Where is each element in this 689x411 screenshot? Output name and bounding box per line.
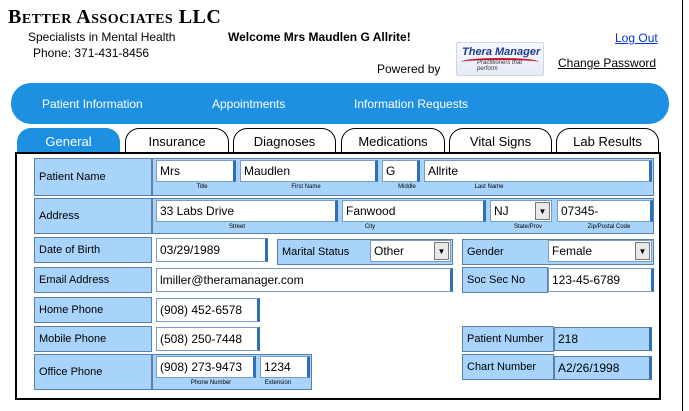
name-title-field[interactable]: Mrs — [156, 160, 236, 182]
company-phone: Phone: 371-431-8456 — [33, 46, 150, 60]
office-phone-caption: Phone Number — [190, 380, 232, 386]
chart-number-label: Chart Number — [462, 354, 554, 380]
chart-number-field: A2/26/1998 — [554, 356, 652, 380]
dob-label: Date of Birth — [34, 237, 152, 263]
home-phone-field[interactable]: (908) 452-6578 — [156, 298, 260, 322]
powered-by-label: Powered by — [377, 62, 441, 76]
address-label: Address — [34, 198, 152, 234]
tab-diagnoses[interactable]: Diagnoses — [233, 128, 336, 153]
office-extension-field[interactable]: 1234 — [260, 356, 310, 378]
ssn-label: Soc Sec No — [462, 267, 548, 293]
home-phone-label: Home Phone — [34, 297, 152, 323]
last-name-caption: Last Name — [474, 184, 504, 190]
main-nav-bar: Patient Information Appointments Informa… — [11, 83, 669, 124]
dob-field[interactable]: 03/29/1989 — [156, 238, 268, 262]
office-phone-field[interactable]: (908) 273-9473 — [156, 356, 256, 378]
window-edge-divider — [682, 0, 683, 411]
marital-status-select[interactable]: Other ▼ — [370, 240, 451, 262]
marital-status-text: Marital Status — [282, 246, 350, 258]
marital-status-value: Other — [374, 244, 405, 258]
gender-value: Female — [552, 244, 593, 258]
office-phone-label: Office Phone — [34, 354, 152, 390]
zip-field[interactable]: 07345- — [557, 200, 653, 222]
street-caption: Street — [228, 224, 245, 230]
logo-text: Thera Manager — [462, 46, 541, 58]
middle-name-field[interactable]: G — [382, 160, 420, 182]
patient-number-field: 218 — [554, 327, 652, 351]
company-tagline: Specialists in Mental Health — [28, 30, 176, 44]
welcome-message: Welcome Mrs Maudlen G Allrite! — [228, 30, 411, 44]
tab-lab-results[interactable]: Lab Results — [556, 128, 659, 153]
tab-general[interactable]: General — [17, 128, 120, 153]
ssn-field[interactable]: 123-45-6789 — [548, 268, 654, 292]
theramanager-logo: Thera Manager Practitioners that perform — [456, 42, 544, 76]
logout-link[interactable]: Log Out — [615, 31, 658, 45]
chevron-down-icon[interactable]: ▼ — [535, 202, 550, 220]
nav-information-requests[interactable]: Information Requests — [354, 97, 468, 111]
patient-name-label: Patient Name — [34, 158, 152, 196]
nav-patient-information[interactable]: Patient Information — [42, 97, 143, 111]
email-field[interactable]: lmiller@theramanager.com — [156, 268, 453, 292]
office-extension-caption: Extension — [264, 380, 292, 386]
nav-appointments[interactable]: Appointments — [212, 97, 285, 111]
email-label: Email Address — [34, 267, 152, 293]
street-field[interactable]: 33 Labs Drive — [156, 200, 338, 222]
last-name-field[interactable]: Allrite — [424, 160, 652, 182]
tab-insurance[interactable]: Insurance — [125, 128, 229, 153]
patient-number-label: Patient Number — [462, 326, 554, 352]
logo-subtext: Practitioners that perform — [477, 60, 523, 72]
gender-select[interactable]: Female ▼ — [548, 240, 652, 262]
first-name-field[interactable]: Maudlen — [240, 160, 378, 182]
change-password-link[interactable]: Change Password — [558, 56, 656, 70]
gender-text: Gender — [467, 246, 504, 258]
city-field[interactable]: Fanwood — [342, 200, 486, 222]
zip-caption: Zip/Postal Code — [587, 224, 631, 230]
tab-medications[interactable]: Medications — [341, 128, 445, 153]
name-title-caption: Title — [196, 184, 208, 190]
state-value: NJ — [494, 204, 509, 218]
mobile-phone-field[interactable]: (508) 250-7448 — [156, 327, 260, 351]
chevron-down-icon[interactable]: ▼ — [434, 242, 449, 260]
mobile-phone-label: Mobile Phone — [34, 326, 152, 352]
company-name: Better Associates LLC — [8, 6, 222, 28]
first-name-caption: First Name — [291, 184, 321, 190]
chevron-down-icon[interactable]: ▼ — [635, 242, 650, 260]
state-select[interactable]: NJ ▼ — [490, 200, 552, 222]
tab-vital-signs[interactable]: Vital Signs — [449, 128, 552, 153]
city-caption: City — [364, 224, 376, 230]
state-caption: State/Prov — [513, 224, 542, 230]
